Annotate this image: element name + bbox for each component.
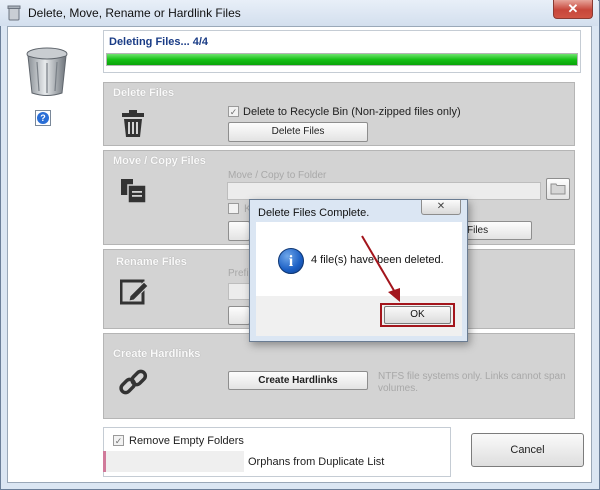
- delete-files-title: Delete Files: [113, 87, 175, 99]
- help-icon: ?: [37, 112, 49, 124]
- prefix-input[interactable]: [228, 283, 250, 300]
- hardlink-note: NTFS file systems only. Links cannot spa…: [378, 371, 566, 394]
- progress-fill: [107, 54, 577, 65]
- copy-files-icon: [121, 179, 147, 204]
- move-folder-label: Move / Copy to Folder: [228, 170, 327, 181]
- create-hardlinks-button[interactable]: Create Hardlinks: [228, 371, 368, 390]
- dialog-close-button[interactable]: ✕: [421, 200, 461, 215]
- recycle-bin-label: Delete to Recycle Bin (Non-zipped files …: [243, 106, 461, 118]
- info-icon: i: [278, 248, 304, 274]
- progress-label: Deleting Files... 4/4: [109, 36, 209, 48]
- copy-files-button[interactable]: Files: [462, 221, 532, 240]
- recycle-bin-icon: [26, 47, 68, 96]
- window-close-button[interactable]: ✕: [553, 0, 593, 19]
- hardlink-title: Create Hardlinks: [113, 348, 201, 360]
- orphans-label: Orphans from Duplicate List: [248, 456, 385, 468]
- move-option-checkbox[interactable]: [228, 203, 239, 214]
- trash-app-icon: [7, 5, 21, 21]
- folder-icon: [550, 183, 566, 195]
- dialog-title: Delete Files Complete.: [258, 207, 370, 219]
- remove-empty-folders-checkbox[interactable]: ✓: [113, 435, 124, 446]
- move-copy-title: Move / Copy Files: [113, 155, 206, 167]
- orphans-checkbox-area[interactable]: [106, 451, 244, 472]
- move-files-button[interactable]: [228, 221, 250, 241]
- rename-pencil-icon: [120, 279, 149, 305]
- trash-can-icon: [122, 110, 144, 137]
- prefix-label: Prefi: [228, 268, 249, 279]
- rename-files-button[interactable]: [228, 306, 250, 325]
- window-title: Delete, Move, Rename or Hardlink Files: [28, 6, 241, 20]
- annotation-arrow-icon: [361, 235, 400, 302]
- recycle-bin-checkbox[interactable]: ✓: [228, 106, 239, 117]
- rename-title: Rename Files: [116, 256, 187, 268]
- ok-button[interactable]: OK: [384, 306, 451, 324]
- delete-files-button[interactable]: Delete Files: [228, 122, 368, 142]
- chain-link-icon: [119, 369, 148, 395]
- cancel-button[interactable]: Cancel: [471, 433, 584, 467]
- move-folder-input[interactable]: [227, 182, 541, 200]
- copy-files-button-label: Files: [467, 225, 489, 236]
- remove-empty-folders-label: Remove Empty Folders: [129, 435, 244, 447]
